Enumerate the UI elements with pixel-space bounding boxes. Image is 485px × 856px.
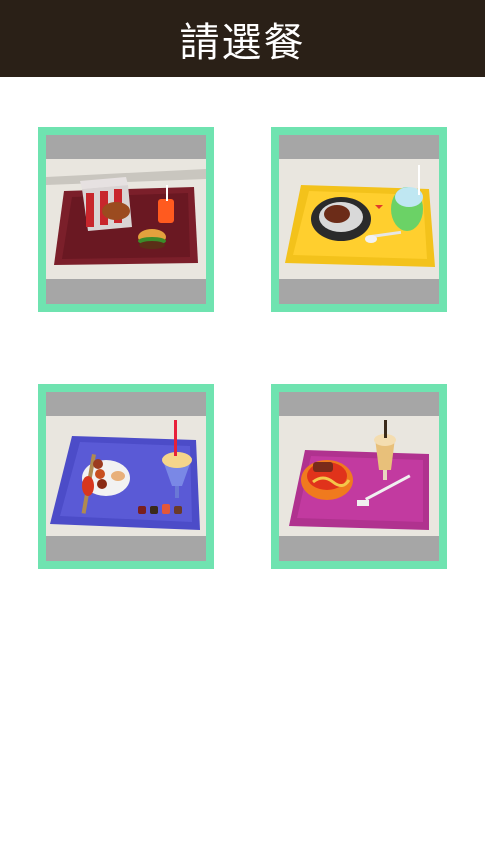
skewers-sushi-parfait-tray-image <box>46 416 206 536</box>
header-bar: 請選餐 <box>0 0 485 77</box>
meal-option-3[interactable] <box>38 384 214 569</box>
noodle-bowl-milkshake-tray-image <box>279 416 439 536</box>
fried-chicken-burger-tray-image <box>46 159 206 279</box>
meal-option-2[interactable] <box>271 127 447 312</box>
meal-option-1[interactable] <box>38 127 214 312</box>
page-title: 請選餐 <box>179 19 306 66</box>
meal-option-4[interactable] <box>271 384 447 569</box>
curry-rice-drink-tray-image <box>279 159 439 279</box>
